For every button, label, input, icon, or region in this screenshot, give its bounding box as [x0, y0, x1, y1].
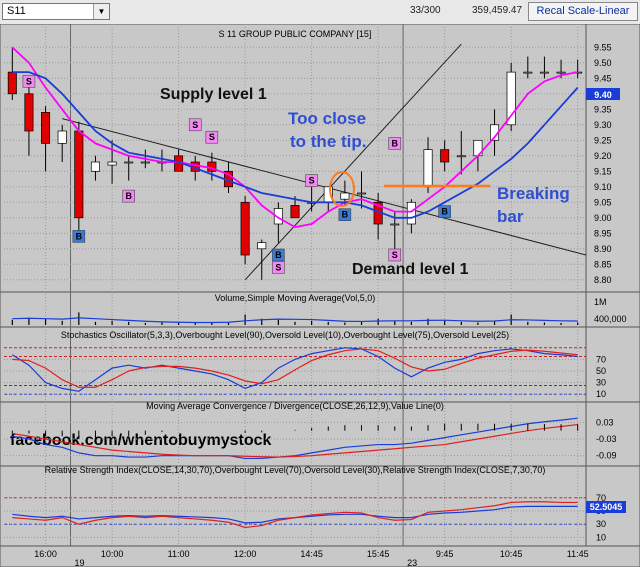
- bearish-candle: [440, 149, 450, 163]
- sell-signal-label: S: [392, 250, 398, 260]
- toolbar: S11 ▼ 33/300 359,459.47 Recal Scale-Line…: [0, 0, 640, 25]
- macd-tick-label: -0.03: [596, 434, 617, 444]
- rsi-current-value: 52.5045: [590, 502, 623, 512]
- current-price-tag: 9.40: [586, 88, 620, 100]
- price-tick-label: 9.55: [594, 42, 612, 52]
- symbol-dropdown[interactable]: S11 ▼: [2, 3, 110, 20]
- macd-tick-label: 0.03: [596, 417, 614, 427]
- macd-tick-label: -0.09: [596, 451, 617, 461]
- volume-panel-title: Volume,Simple Moving Average(Vol,5,0): [215, 293, 375, 303]
- day-axis-label: 23: [407, 558, 417, 567]
- chart-area: S 11 GROUP PUBLIC COMPANY [15] 9.55 9.50 9…: [0, 24, 640, 567]
- time-axis-label: 15:45: [367, 549, 390, 559]
- recal-scale-button[interactable]: Recal Scale-Linear: [528, 2, 638, 21]
- bullish-candle: [539, 71, 549, 74]
- time-axis-label: 11:00: [168, 549, 190, 559]
- stoch-panel-title: Stochastics Oscillator(5,3,3),Overbought…: [61, 330, 509, 340]
- bullish-candle: [523, 71, 533, 74]
- sell-signal-label: S: [192, 120, 198, 130]
- price-tick-label: 8.85: [594, 259, 612, 269]
- breaking-bar-label-line1: Breaking: [497, 184, 570, 203]
- demand-level-label: Demand level 1: [352, 261, 469, 278]
- bearish-candle: [24, 93, 34, 132]
- price-tick-label: 9.35: [594, 104, 612, 114]
- bearish-candle: [240, 201, 250, 256]
- bar-counter: 33/300: [410, 5, 441, 16]
- bearish-candle: [290, 205, 300, 219]
- price-tick-label: 9.10: [594, 182, 612, 192]
- buy-signal-label: B: [342, 210, 349, 220]
- price-tick-label: 9.30: [594, 120, 612, 130]
- sell-signal-label: S: [309, 176, 315, 186]
- bullish-candle: [390, 223, 400, 226]
- stoch-tick-label: 70: [596, 354, 606, 364]
- too-close-label-line1: Too close: [288, 109, 366, 128]
- buy-signal-label: B: [441, 207, 448, 217]
- buy-signal-label: B: [76, 231, 83, 241]
- rsi-tick-label: 10: [596, 532, 606, 542]
- price-tick-label: 8.95: [594, 228, 612, 238]
- time-axis-label: 14:45: [300, 549, 323, 559]
- price-tick-label: 9.50: [594, 58, 612, 68]
- breaking-bar-label-line2: bar: [497, 207, 524, 226]
- bullish-candle: [340, 192, 350, 200]
- watermark-text: facebook.com/whentobuymystock: [10, 432, 271, 449]
- time-axis-label: 12:00: [234, 549, 257, 559]
- rsi-tick-label: 30: [596, 519, 606, 529]
- bearish-candle: [41, 112, 51, 144]
- chevron-down-icon[interactable]: ▼: [93, 4, 109, 19]
- buy-signal-label: B: [275, 250, 282, 260]
- bullish-candle: [107, 161, 117, 166]
- macd-panel-title: Moving Average Convergence / Divergence(…: [146, 401, 444, 411]
- buy-signal-label: B: [125, 191, 132, 201]
- bullish-candle: [257, 242, 267, 250]
- time-axis-label: 10:45: [500, 549, 523, 559]
- time-axis-label: 9:45: [436, 549, 454, 559]
- bullish-candle: [57, 130, 67, 144]
- price-tick-label: 9.45: [594, 73, 612, 83]
- bullish-candle: [90, 161, 100, 172]
- stoch-tick-label: 50: [596, 366, 606, 376]
- stoch-tick-label: 10: [596, 389, 606, 399]
- sell-signal-label: S: [26, 76, 32, 86]
- rsi-panel-title: Relative Strength Index(CLOSE,14,30,70),…: [45, 465, 546, 475]
- time-axis-label: 11:45: [567, 549, 589, 559]
- buy-signal-label: B: [392, 138, 399, 148]
- bearish-candle: [7, 71, 17, 95]
- current-price-value: 9.40: [594, 90, 612, 100]
- price-tick-label: 9.25: [594, 135, 612, 145]
- price-panel-title: S 11 GROUP PUBLIC COMPANY [15]: [219, 29, 372, 39]
- bearish-candle: [74, 130, 84, 219]
- price-tick-label: 9.00: [594, 213, 612, 223]
- too-close-label-line2: to the tip.: [290, 132, 366, 151]
- bullish-candle: [357, 192, 367, 195]
- rsi-current-tag: 52.5045: [586, 501, 626, 513]
- bullish-candle: [556, 71, 566, 74]
- day-axis-label: 19: [75, 558, 85, 567]
- bullish-candle: [406, 201, 416, 225]
- symbol-value: S11: [7, 5, 26, 17]
- last-price: 359,459.47: [472, 5, 523, 16]
- sell-signal-label: S: [209, 132, 215, 142]
- bullish-candle: [423, 149, 433, 188]
- bullish-candle: [124, 161, 134, 164]
- sell-signal-label: S: [275, 262, 281, 272]
- price-tick-label: 8.90: [594, 244, 612, 254]
- time-axis-label: 10:00: [101, 549, 124, 559]
- price-tick-label: 9.20: [594, 151, 612, 161]
- price-tick-label: 9.15: [594, 166, 612, 176]
- bullish-candle: [140, 161, 150, 164]
- time-axis-label: 16:00: [34, 549, 57, 559]
- price-tick-label: 9.05: [594, 197, 612, 207]
- volume-tick-1m: 1M: [594, 297, 607, 307]
- supply-level-label: Supply level 1: [160, 86, 267, 103]
- price-tick-label: 8.80: [594, 275, 612, 285]
- volume-tick-400k: 400,000: [594, 314, 627, 324]
- stoch-tick-label: 30: [596, 378, 606, 388]
- bullish-candle: [456, 155, 466, 158]
